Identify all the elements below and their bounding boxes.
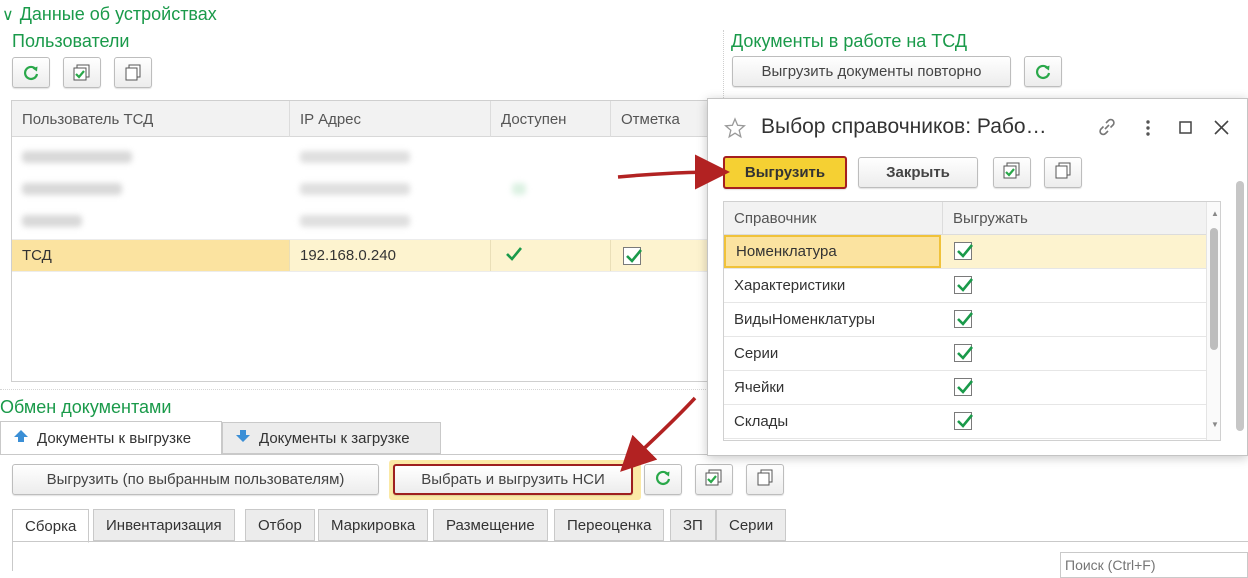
devices-section-title: Данные об устройствах xyxy=(19,4,217,24)
scroll-down-arrow-icon[interactable]: ▼ xyxy=(1211,420,1219,429)
list-item[interactable]: ВидыНоменклатуры xyxy=(724,303,1206,337)
users-refresh-button[interactable] xyxy=(12,57,50,88)
uncheck-all-icon xyxy=(755,468,775,492)
link-icon[interactable] xyxy=(1097,117,1117,141)
subtab-placement[interactable]: Размещение xyxy=(433,509,548,541)
exchange-title: Обмен документами xyxy=(0,397,172,417)
exchange-uncheck-all-button[interactable] xyxy=(746,464,784,495)
col-header-available[interactable]: Доступен xyxy=(491,101,611,137)
check-all-icon xyxy=(704,468,724,492)
uncheck-all-icon xyxy=(123,63,143,83)
check-all-icon xyxy=(72,63,92,83)
annotation-arrow-to-nsi xyxy=(620,396,697,472)
subtab-revaluation[interactable]: Переоценка xyxy=(554,509,665,541)
scroll-thumb[interactable] xyxy=(1210,228,1218,350)
users-table: Пользователь ТСД IP Адрес Доступен Отмет… xyxy=(11,100,712,382)
export-checkbox[interactable] xyxy=(954,242,974,260)
subtab-marking[interactable]: Маркировка xyxy=(318,509,429,541)
exchange-check-all-button[interactable] xyxy=(695,464,733,495)
blurred-row[interactable] xyxy=(22,147,702,237)
catalog-name-cell: Склады xyxy=(734,413,789,430)
dialog-scrollbar[interactable] xyxy=(1236,181,1244,431)
exchange-refresh-button[interactable] xyxy=(644,464,682,495)
tab-label: Документы к загрузке xyxy=(259,429,410,447)
list-item[interactable]: Характеристики xyxy=(724,269,1206,303)
dialog-uncheck-all-button[interactable] xyxy=(1044,157,1082,188)
list-item[interactable]: Склады xyxy=(724,405,1206,439)
refresh-icon xyxy=(1034,63,1052,81)
catalog-table-scrollbar[interactable]: ▲ ▼ xyxy=(1206,202,1220,440)
export-checkbox[interactable] xyxy=(954,412,974,430)
upload-selected-users-button[interactable]: Выгрузить (по выбранным пользователям) xyxy=(12,464,379,495)
catalog-name-cell: Ячейки xyxy=(734,379,785,396)
refresh-icon xyxy=(22,64,40,82)
dialog-close-button[interactable]: Закрыть xyxy=(858,157,978,188)
col-header-catalog[interactable]: Справочник xyxy=(724,202,942,235)
arrow-down-icon xyxy=(235,429,251,447)
tab-docs-to-upload[interactable]: Документы к выгрузке xyxy=(0,421,222,455)
reupload-docs-button[interactable]: Выгрузить документы повторно xyxy=(732,56,1011,87)
mark-checkbox[interactable] xyxy=(623,247,643,265)
arrow-up-icon xyxy=(13,429,29,447)
list-item[interactable]: Номенклатура xyxy=(724,235,1206,269)
devices-section-header[interactable]: ∨ Данные об устройствах xyxy=(2,4,217,25)
subtab-assembly[interactable]: Сборка xyxy=(12,509,90,543)
scroll-up-arrow-icon[interactable]: ▲ xyxy=(1211,209,1219,218)
export-checkbox[interactable] xyxy=(954,276,974,294)
search-input[interactable] xyxy=(1060,552,1248,578)
catalog-selection-dialog: Выбор справочников: Рабо… Выгрузить Закр… xyxy=(707,98,1248,456)
list-item[interactable]: Ячейки xyxy=(724,371,1206,405)
favorite-star-icon[interactable] xyxy=(723,117,747,143)
collapse-chevron-icon: ∨ xyxy=(2,6,14,24)
table-row[interactable]: ТСД 192.168.0.240 xyxy=(12,239,712,272)
tab-docs-to-download[interactable]: Документы к загрузке xyxy=(222,422,441,454)
col-header-mark[interactable]: Отметка xyxy=(611,101,711,137)
subtab-inventory[interactable]: Инвентаризация xyxy=(93,509,235,541)
export-checkbox[interactable] xyxy=(954,310,974,328)
close-icon[interactable] xyxy=(1214,120,1229,139)
available-check-icon xyxy=(505,245,523,267)
catalog-table: Справочник Выгружать Номенклатура Характе… xyxy=(723,201,1221,441)
uncheck-all-icon xyxy=(1053,161,1073,185)
docs-on-device-title: Документы в работе на ТСД xyxy=(731,31,968,51)
subtab-selection[interactable]: Отбор xyxy=(245,509,315,541)
users-uncheck-all-button[interactable] xyxy=(114,57,152,88)
col-header-user[interactable]: Пользователь ТСД xyxy=(12,101,290,137)
catalog-name-cell: ВидыНоменклатуры xyxy=(734,311,876,328)
select-and-upload-nsi-button[interactable]: Выбрать и выгрузить НСИ xyxy=(393,464,633,495)
list-item[interactable]: Серии xyxy=(724,337,1206,371)
catalog-name-cell: Номенклатура xyxy=(724,235,941,268)
export-checkbox[interactable] xyxy=(954,378,974,396)
users-check-all-button[interactable] xyxy=(63,57,101,88)
col-header-ip[interactable]: IP Адрес xyxy=(290,101,491,137)
dialog-upload-button[interactable]: Выгрузить xyxy=(723,156,847,189)
catalog-name-cell: Характеристики xyxy=(734,277,846,294)
docs-refresh-button[interactable] xyxy=(1024,56,1062,87)
refresh-icon xyxy=(654,469,672,491)
users-title: Пользователи xyxy=(12,31,130,51)
dialog-check-all-button[interactable] xyxy=(993,157,1031,188)
subtab-series[interactable]: Серии xyxy=(716,509,787,541)
row-ip-cell: 192.168.0.240 xyxy=(300,247,396,264)
dialog-title: Выбор справочников: Рабо… xyxy=(761,115,1047,138)
col-header-export[interactable]: Выгружать xyxy=(943,202,1203,235)
maximize-icon[interactable] xyxy=(1179,121,1192,138)
check-all-icon xyxy=(1002,161,1022,185)
tab-label: Документы к выгрузке xyxy=(37,429,192,447)
row-user-cell: ТСД xyxy=(22,247,52,264)
more-options-icon[interactable] xyxy=(1145,119,1151,141)
export-checkbox[interactable] xyxy=(954,344,974,362)
catalog-name-cell: Серии xyxy=(734,345,779,362)
subtab-zp[interactable]: ЗП xyxy=(670,509,716,541)
